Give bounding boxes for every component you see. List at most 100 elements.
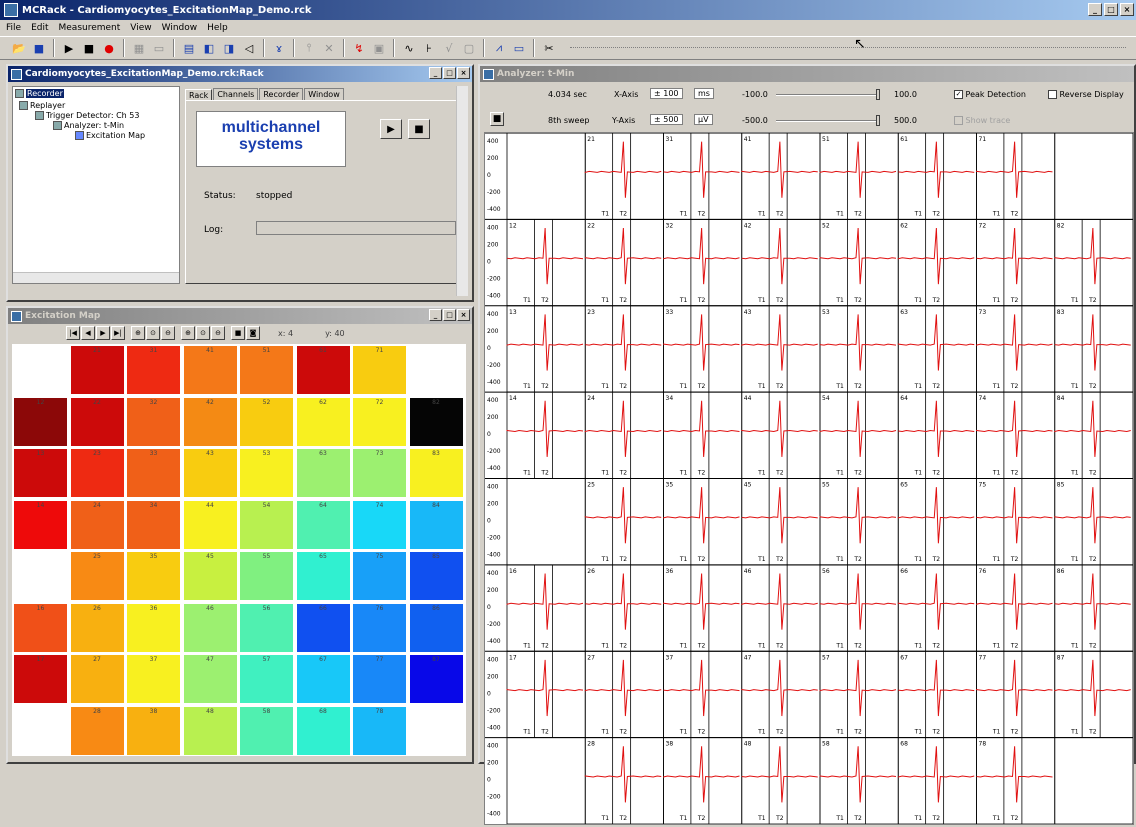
y-axis-range-field[interactable]: ± 500 (650, 114, 683, 125)
peak-detection-checkbox[interactable]: ✓ Peak Detection (954, 90, 1026, 99)
tab-channels[interactable]: Channels (213, 88, 259, 100)
tab-recorder[interactable]: Recorder (259, 88, 304, 100)
wave-icon[interactable]: ∿ (400, 39, 418, 57)
map-cell-76[interactable]: 76 (353, 603, 406, 652)
map-cell-77[interactable]: 77 (353, 655, 406, 703)
map-cell-85[interactable]: 85 (409, 552, 463, 600)
map-cell-46[interactable]: 46 (183, 603, 237, 652)
chart-icon[interactable]: √ (440, 39, 458, 57)
stop-icon[interactable]: ■ (80, 39, 98, 57)
map-cell-86[interactable]: 86 (409, 603, 463, 652)
minimize-icon[interactable]: _ (1088, 3, 1102, 16)
spike-off-icon[interactable]: ✕ (320, 39, 338, 57)
tree-item-recorder[interactable]: Recorder (15, 89, 64, 98)
map-cell-65[interactable]: 65 (296, 552, 350, 600)
map-cell-62[interactable]: 62 (296, 397, 350, 446)
map-cell-32[interactable]: 32 (127, 397, 180, 446)
settings-icon[interactable]: ▣ (370, 39, 388, 57)
minimize-icon[interactable]: _ (429, 309, 442, 321)
rack-vertical-scrollbar[interactable] (456, 86, 468, 296)
display-icon[interactable]: ▭ (150, 39, 168, 57)
map-cell-27[interactable]: 27 (70, 655, 124, 703)
map-cell-87[interactable]: 87 (409, 655, 463, 703)
first-frame-icon[interactable]: |◀ (66, 326, 80, 340)
spectrum-icon[interactable]: ⩘ (490, 39, 508, 57)
camera-icon[interactable]: ◙ (246, 326, 260, 340)
tree-item-analyzer[interactable]: Analyzer: t-Min (53, 121, 124, 130)
map-cell-36[interactable]: 36 (127, 603, 180, 652)
menu-measurement[interactable]: Measurement (59, 23, 121, 33)
map-cell-16[interactable]: 16 (14, 603, 67, 652)
cursor-icon[interactable]: ▢ (460, 39, 478, 57)
map-cell-33[interactable]: 33 (127, 449, 180, 497)
map-cell-83[interactable]: 83 (409, 449, 463, 497)
zoom-out-y-icon[interactable]: ⊖ (211, 326, 225, 340)
menu-file[interactable]: File (6, 23, 21, 33)
map-cell-47[interactable]: 47 (183, 655, 237, 703)
map-cell-17[interactable]: 17 (14, 655, 67, 703)
map-cell-51[interactable]: 51 (240, 346, 293, 394)
map-cell-25[interactable]: 25 (70, 552, 124, 600)
map-cell-43[interactable]: 43 (183, 449, 237, 497)
map-cell-37[interactable]: 37 (127, 655, 180, 703)
menu-window[interactable]: Window (162, 23, 198, 33)
layout-a-icon[interactable]: ▤ (180, 39, 198, 57)
menu-help[interactable]: Help (207, 23, 228, 33)
spike-icon[interactable]: ⫯ (300, 39, 318, 57)
save-icon[interactable]: ■ (30, 39, 48, 57)
map-cell-22[interactable]: 22 (70, 397, 124, 446)
map-cell-14[interactable]: 14 (14, 500, 67, 549)
tree-item-excitation-map[interactable]: Excitation Map (75, 131, 145, 140)
map-cell-13[interactable]: 13 (14, 449, 67, 497)
x-axis-range-field[interactable]: ± 100 (650, 88, 683, 99)
map-cell-67[interactable]: 67 (296, 655, 350, 703)
map-cell-55[interactable]: 55 (240, 552, 293, 600)
rack-play-button[interactable]: ▶ (380, 119, 402, 139)
maximize-icon[interactable]: □ (443, 309, 456, 321)
tab-window[interactable]: Window (304, 88, 344, 100)
x-axis-unit-select[interactable]: ms (694, 88, 714, 99)
tree-horizontal-scrollbar[interactable] (13, 272, 179, 283)
speaker-icon[interactable]: ◁ (240, 39, 258, 57)
close-icon[interactable]: × (457, 67, 470, 79)
minimize-icon[interactable]: _ (429, 67, 442, 79)
range2-slider[interactable] (776, 115, 880, 126)
maximize-icon[interactable]: □ (443, 67, 456, 79)
map-cell-58[interactable]: 58 (240, 706, 293, 755)
map-cell-12[interactable]: 12 (14, 397, 67, 446)
maximize-icon[interactable]: □ (1104, 3, 1118, 16)
reverse-display-checkbox[interactable]: Reverse Display (1048, 90, 1124, 99)
tree-item-trigger-detector[interactable]: Trigger Detector: Ch 53 (35, 111, 139, 120)
map-cell-28[interactable]: 28 (70, 706, 124, 755)
menu-edit[interactable]: Edit (31, 23, 48, 33)
show-trace-checkbox[interactable]: Show trace (954, 116, 1010, 125)
map-cell-78[interactable]: 78 (353, 706, 406, 755)
pulse-icon[interactable]: ⊦ (420, 39, 438, 57)
trigger-icon[interactable]: ↯ (350, 39, 368, 57)
map-cell-73[interactable]: 73 (353, 449, 406, 497)
map-cell-63[interactable]: 63 (296, 449, 350, 497)
rack-stop-button[interactable]: ■ (408, 119, 430, 139)
next-frame-icon[interactable]: ▶ (96, 326, 110, 340)
map-cell-74[interactable]: 74 (353, 500, 406, 549)
range1-slider[interactable] (776, 89, 880, 100)
map-cell-84[interactable]: 84 (409, 500, 463, 549)
map-cell-31[interactable]: 31 (127, 346, 180, 394)
map-cell-64[interactable]: 64 (296, 500, 350, 549)
window-icon[interactable]: ▭ (510, 39, 528, 57)
map-cell-44[interactable]: 44 (183, 500, 237, 549)
last-frame-icon[interactable]: ▶| (111, 326, 125, 340)
map-cell-71[interactable]: 71 (353, 346, 406, 394)
menu-view[interactable]: View (130, 23, 151, 33)
map-cell-57[interactable]: 57 (240, 655, 293, 703)
cut-icon[interactable]: ✂ (540, 39, 558, 57)
log-field[interactable] (256, 221, 456, 235)
map-cell-34[interactable]: 34 (127, 500, 180, 549)
map-cell-41[interactable]: 41 (183, 346, 237, 394)
map-cell-52[interactable]: 52 (240, 397, 293, 446)
save-icon[interactable]: ■ (231, 326, 245, 340)
map-cell-26[interactable]: 26 (70, 603, 124, 652)
zoom-fit-y-icon[interactable]: ⊙ (196, 326, 210, 340)
map-cell-53[interactable]: 53 (240, 449, 293, 497)
zoom-in-icon[interactable]: ⊕ (131, 326, 145, 340)
